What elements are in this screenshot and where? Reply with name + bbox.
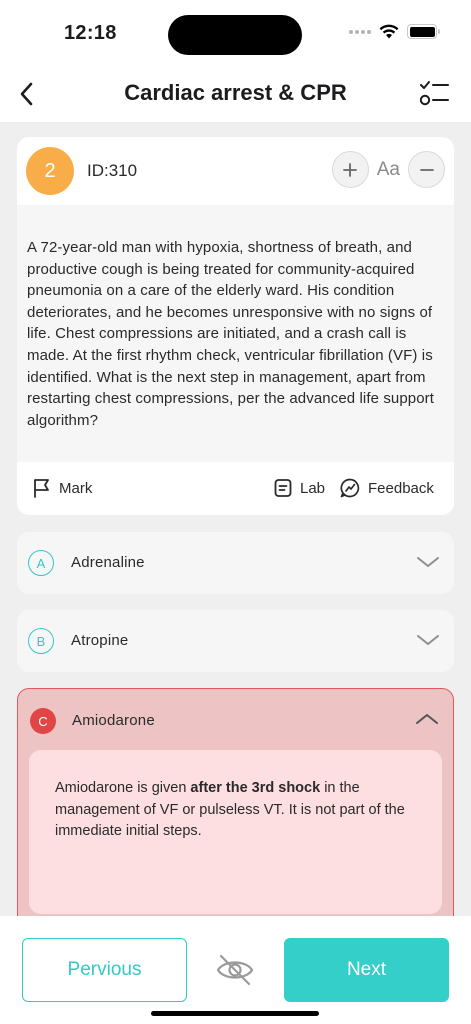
wifi-icon [379,24,399,39]
status-icons [349,24,440,39]
answer-option-c[interactable]: C Amiodarone Amiodarone is given after t… [17,688,454,948]
plus-icon [343,162,358,177]
chevron-down-icon [417,557,439,567]
mark-button[interactable]: Mark [33,478,92,498]
mark-label: Mark [59,479,93,497]
flag-icon [34,479,49,498]
next-button[interactable]: Next [284,938,449,1002]
option-letter-c: C [30,708,56,734]
question-number-badge: 2 [26,147,74,195]
option-letter-b: B [28,628,54,654]
explanation-text-bold: after the 3rd shock [190,780,321,796]
checklist-button[interactable] [419,78,451,110]
hide-answers-button[interactable] [213,952,257,988]
option-label-c: Amiodarone [72,712,155,729]
bottom-bar: Pervious Next [0,916,471,1024]
chevron-down-icon [417,635,439,645]
lab-button[interactable]: Lab [274,478,325,498]
checklist-icon [419,81,449,106]
home-indicator [151,1011,319,1016]
eye-off-icon [216,954,254,986]
chevron-up-icon [416,714,438,724]
minus-icon [419,168,434,171]
font-size-controls: Aa [331,151,445,188]
font-size-label: Aa [376,158,400,180]
decrease-font-button[interactable] [408,151,445,188]
question-body: A 72-year-old man with hypoxia, shortnes… [17,205,454,462]
feedback-label: Feedback [368,479,434,497]
answer-explanation: Amiodarone is given after the 3rd shock … [29,750,442,914]
explanation-text-start: Amiodarone is given [55,780,191,796]
option-label-a: Adrenaline [71,554,145,571]
status-time: 12:18 [64,22,117,44]
dynamic-island [168,15,302,55]
question-card: 2 ID:310 Aa A 72-year-old man with hypox… [17,137,454,515]
option-letter-a: A [28,550,54,576]
nav-header: Cardiac arrest & CPR [0,66,471,122]
answer-option-a[interactable]: A Adrenaline [17,532,454,594]
feedback-icon [340,478,360,498]
status-bar: 12:18 [0,0,471,66]
question-header: 2 ID:310 Aa [17,137,454,205]
answer-option-b[interactable]: B Atropine [17,610,454,672]
page-title: Cardiac arrest & CPR [124,80,347,105]
feedback-button[interactable]: Feedback [340,478,434,498]
question-actions: Mark Lab Feedback [17,462,454,515]
increase-font-button[interactable] [331,151,369,188]
lab-label: Lab [300,479,326,497]
cellular-signal-icon [349,29,371,34]
question-text: A 72-year-old man with hypoxia, shortnes… [27,239,435,429]
question-id: ID:310 [87,161,138,180]
battery-icon [407,24,440,39]
previous-button[interactable]: Pervious [22,938,187,1002]
option-label-b: Atropine [71,632,129,649]
lab-icon [274,479,292,497]
